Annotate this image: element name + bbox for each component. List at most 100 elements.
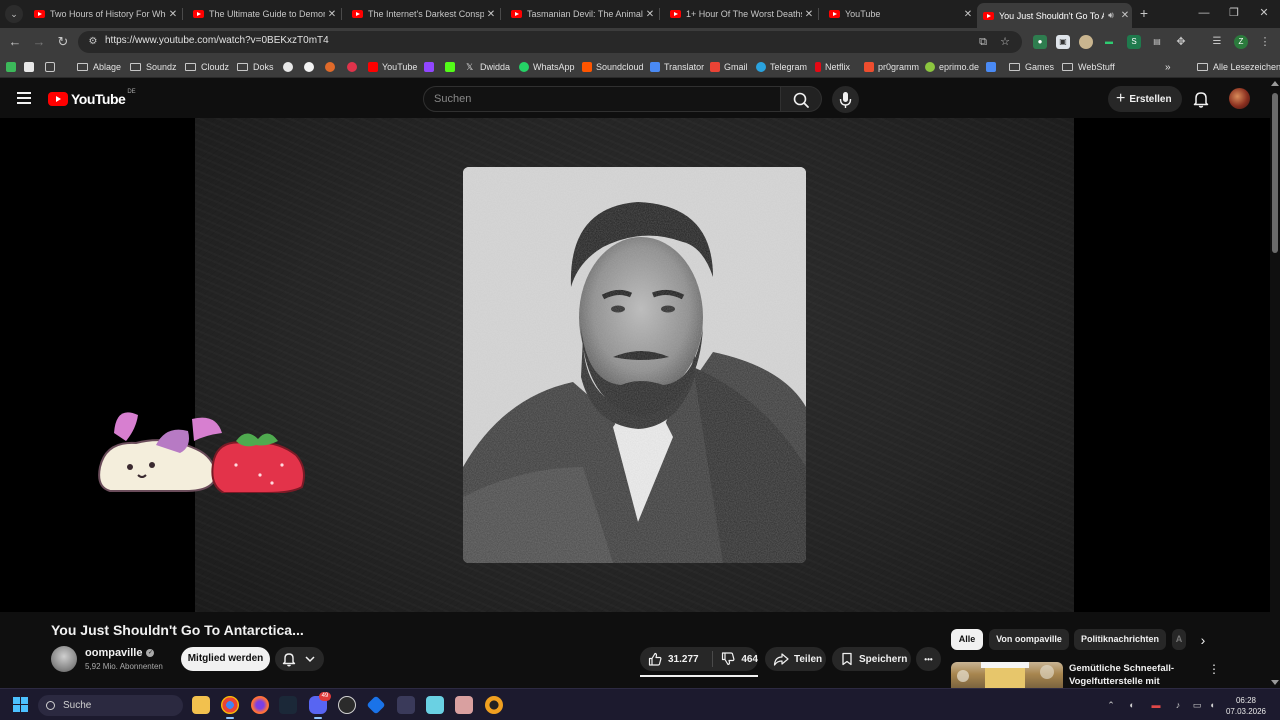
firefox-icon[interactable] — [251, 696, 269, 714]
address-bar[interactable]: ⚙ https://www.youtube.com/watch?v=0BEKxz… — [78, 31, 1022, 53]
bookmark-site-icon[interactable] — [986, 60, 1000, 74]
bookmark-pr0gramm[interactable]: pr0gramm — [864, 60, 919, 74]
extension-square-icon[interactable]: ▣ — [1056, 35, 1070, 49]
bookmark-folder[interactable]: Ablage — [77, 60, 121, 74]
image-viewer-icon[interactable] — [455, 696, 473, 714]
more-actions-button[interactable]: ••• — [916, 647, 941, 671]
browser-tab[interactable]: YouTube ✕ — [823, 3, 975, 25]
tray-network-icon[interactable]: ▭ — [1191, 699, 1203, 711]
browser-tab[interactable]: 1+ Hour Of The Worst Deaths I ✕ — [664, 3, 816, 25]
more-bookmarks-chevron-icon[interactable]: » — [1165, 60, 1171, 74]
audio-playing-icon[interactable]: 🔊︎ — [1104, 10, 1118, 21]
bookmark-site-icon[interactable] — [283, 60, 297, 74]
dislike-button[interactable]: 464 — [713, 652, 758, 666]
clock-app-icon[interactable] — [338, 696, 356, 714]
save-button[interactable]: Speichern — [832, 647, 911, 671]
forward-arrow-icon[interactable]: → — [31, 34, 47, 50]
chevron-right-icon[interactable]: › — [1192, 629, 1214, 651]
discord-icon[interactable]: 49 — [309, 692, 331, 719]
bookmark-gmail[interactable]: Gmail — [710, 60, 748, 74]
tab-close-icon[interactable]: ✕ — [484, 9, 498, 20]
apps-grid-icon[interactable] — [45, 60, 59, 74]
bookmark-star-icon[interactable]: ☆ — [998, 35, 1012, 49]
windows-start-icon[interactable] — [13, 697, 29, 713]
channel-name[interactable]: oompaville ✓ — [85, 647, 155, 659]
bookmark-kick-icon[interactable] — [445, 60, 459, 74]
chip-political-news[interactable]: Politiknachrichten — [1074, 629, 1166, 650]
window-close-icon[interactable]: ✕ — [1254, 5, 1274, 21]
tray-app-icon[interactable]: ◐ — [1126, 699, 1138, 711]
search-input[interactable] — [434, 91, 764, 107]
search-box[interactable] — [423, 86, 781, 112]
page-scrollbar-thumb[interactable] — [1272, 93, 1278, 253]
file-explorer-icon[interactable] — [192, 696, 210, 714]
browser-tab[interactable]: The Ultimate Guide to Demons ✕ — [187, 3, 339, 25]
bookmark-whatsapp[interactable]: WhatsApp — [519, 60, 575, 74]
bookmark-netflix[interactable]: Netflix — [815, 60, 850, 74]
address-url[interactable]: https://www.youtube.com/watch?v=0BEKxzT0… — [105, 35, 329, 46]
tab-close-icon[interactable]: ✕ — [1118, 10, 1132, 21]
taskbar-search[interactable]: Suche — [38, 695, 183, 716]
bookmark-site-icon[interactable] — [325, 60, 339, 74]
tab-close-icon[interactable]: ✕ — [166, 9, 180, 20]
bookmark-site-icon[interactable] — [304, 60, 318, 74]
join-membership-button[interactable]: Mitglied werden — [181, 647, 270, 671]
audio-app-icon[interactable] — [397, 696, 415, 714]
taskbar-clock[interactable]: 06:28 07.03.2026 — [1224, 695, 1268, 717]
new-tab-plus-icon[interactable]: + — [1136, 5, 1152, 21]
recommended-video-menu-icon[interactable]: ⋮ — [1208, 662, 1220, 678]
window-minimize-icon[interactable]: — — [1194, 5, 1214, 21]
tab-close-icon[interactable]: ✕ — [643, 9, 657, 20]
browser-menu-icon[interactable]: ⋮ — [1258, 35, 1272, 49]
tray-flag-icon[interactable]: ▬ — [1150, 699, 1162, 711]
tab-close-icon[interactable]: ✕ — [325, 9, 339, 20]
install-app-icon[interactable]: ⧉ — [976, 35, 990, 49]
scroll-up-arrow-icon[interactable] — [1271, 81, 1279, 86]
steam-icon[interactable] — [279, 696, 297, 714]
tray-overflow-chevron-icon[interactable]: ⌃ — [1105, 699, 1117, 711]
bookmark-white-icon[interactable] — [24, 60, 38, 74]
scroll-down-arrow-icon[interactable] — [1271, 680, 1279, 685]
extension-cookie-icon[interactable] — [1079, 35, 1093, 49]
bookmark-folder[interactable]: Cloudz — [185, 60, 229, 74]
back-arrow-icon[interactable]: ← — [7, 34, 23, 50]
account-avatar[interactable] — [1229, 88, 1250, 109]
tray-volume-icon[interactable]: ◖ — [1206, 699, 1218, 711]
bookmark-eprimo[interactable]: eprimo.de — [925, 60, 979, 74]
chrome-icon[interactable] — [221, 696, 239, 719]
tray-microphone-icon[interactable]: ♪ — [1172, 699, 1184, 711]
like-button[interactable]: 31.277 — [640, 652, 712, 666]
browser-tab[interactable]: Tasmanian Devil: The Animal Th ✕ — [505, 3, 657, 25]
bookmark-folder[interactable]: Doks — [237, 60, 274, 74]
tab-search-dropdown-icon[interactable]: ⌄ — [5, 5, 23, 23]
extension-stack-icon[interactable]: ▤ — [1150, 35, 1164, 49]
bookmark-soundcloud[interactable]: Soundcloud — [582, 60, 644, 74]
bookmark-green-icon[interactable] — [6, 60, 20, 74]
bookmark-twitch-icon[interactable] — [424, 60, 438, 74]
bookmark-site-icon[interactable] — [347, 60, 361, 74]
all-bookmarks-folder[interactable]: Alle Lesezeichen — [1197, 60, 1280, 74]
browser-tab[interactable]: Two Hours of History For When ✕ — [28, 3, 180, 25]
media-player-icon[interactable] — [485, 696, 503, 714]
hamburger-menu-icon[interactable] — [17, 92, 31, 104]
profile-z-icon[interactable]: Z — [1234, 35, 1248, 49]
chip-from-channel[interactable]: Von oompaville — [989, 629, 1069, 650]
video-player[interactable] — [0, 118, 1270, 612]
share-button[interactable]: Teilen — [765, 647, 826, 671]
reading-list-icon[interactable]: ☰ — [1210, 35, 1224, 49]
browser-tab[interactable]: The Internet's Darkest Conspira ✕ — [346, 3, 498, 25]
extensions-puzzle-icon[interactable]: ✥ — [1174, 35, 1188, 49]
youtube-logo[interactable]: YouTube DE — [48, 89, 136, 107]
window-restore-icon[interactable]: ❐ — [1224, 5, 1244, 21]
subscription-notification-button[interactable] — [275, 647, 324, 671]
browser-tab-active[interactable]: You Just Shouldn't Go To An 🔊︎ ✕ — [977, 3, 1132, 28]
extension-s-icon[interactable]: S — [1127, 35, 1141, 49]
voice-search-button[interactable] — [832, 86, 859, 113]
bookmark-youtube[interactable]: YouTube — [368, 60, 417, 74]
chip-all[interactable]: Alle — [951, 629, 983, 650]
bookmark-folder[interactable]: WebStuff — [1062, 60, 1115, 74]
bookmark-dwidda[interactable]: 𝕏 Dwidda — [466, 60, 510, 74]
channel-avatar[interactable] — [51, 646, 77, 672]
reload-icon[interactable]: ↻ — [55, 34, 71, 50]
tab-close-icon[interactable]: ✕ — [961, 9, 975, 20]
